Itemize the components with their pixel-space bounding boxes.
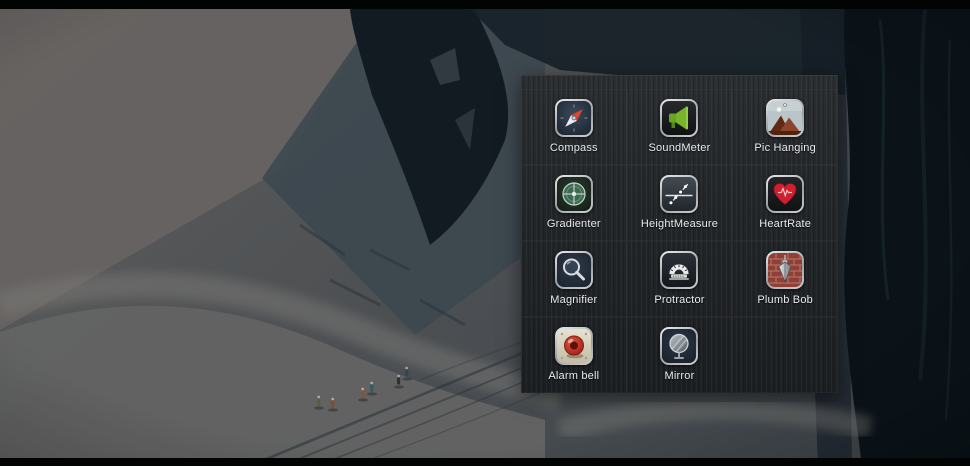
app-folder-panel: Compass SoundMeter [521,75,838,393]
app-label: SoundMeter [649,142,711,155]
hand-mirror-icon [660,327,698,365]
app-label: HeartRate [759,218,811,231]
app-label: Gradienter [547,218,601,231]
app-pic-hanging[interactable]: Pic Hanging [732,89,838,165]
compass-icon [555,99,593,137]
megaphone-icon [660,99,698,137]
app-label: HeightMeasure [641,218,718,231]
app-gradienter[interactable]: Gradienter [521,165,627,241]
app-label: Magnifier [550,294,597,307]
protractor-icon [660,251,698,289]
app-alarm-bell[interactable]: Alarm bell [521,317,627,393]
magnifying-glass-icon [555,251,593,289]
app-heightmeasure[interactable]: HeightMeasure [627,165,733,241]
app-label: Alarm bell [548,370,599,383]
app-mirror[interactable]: Mirror [627,317,733,393]
device-screen: Compass SoundMeter [0,0,970,466]
bubble-level-icon [555,175,593,213]
app-magnifier[interactable]: Magnifier [521,241,627,317]
letterbox-bottom [0,458,970,466]
app-label: Plumb Bob [757,294,813,307]
app-label: Mirror [665,370,695,383]
app-label: Compass [550,142,598,155]
empty-cell [732,317,838,393]
heart-icon [766,175,804,213]
letterbox-top [0,0,970,9]
height-measure-icon [660,175,698,213]
app-protractor[interactable]: Protractor [627,241,733,317]
app-compass[interactable]: Compass [521,89,627,165]
alarm-bell-icon [555,327,593,365]
app-heartrate[interactable]: HeartRate [732,165,838,241]
framed-picture-icon [766,99,804,137]
app-plumb-bob[interactable]: Plumb Bob [732,241,838,317]
plumb-bob-icon [766,251,804,289]
app-soundmeter[interactable]: SoundMeter [627,89,733,165]
app-label: Protractor [654,294,704,307]
app-label: Pic Hanging [754,142,816,155]
